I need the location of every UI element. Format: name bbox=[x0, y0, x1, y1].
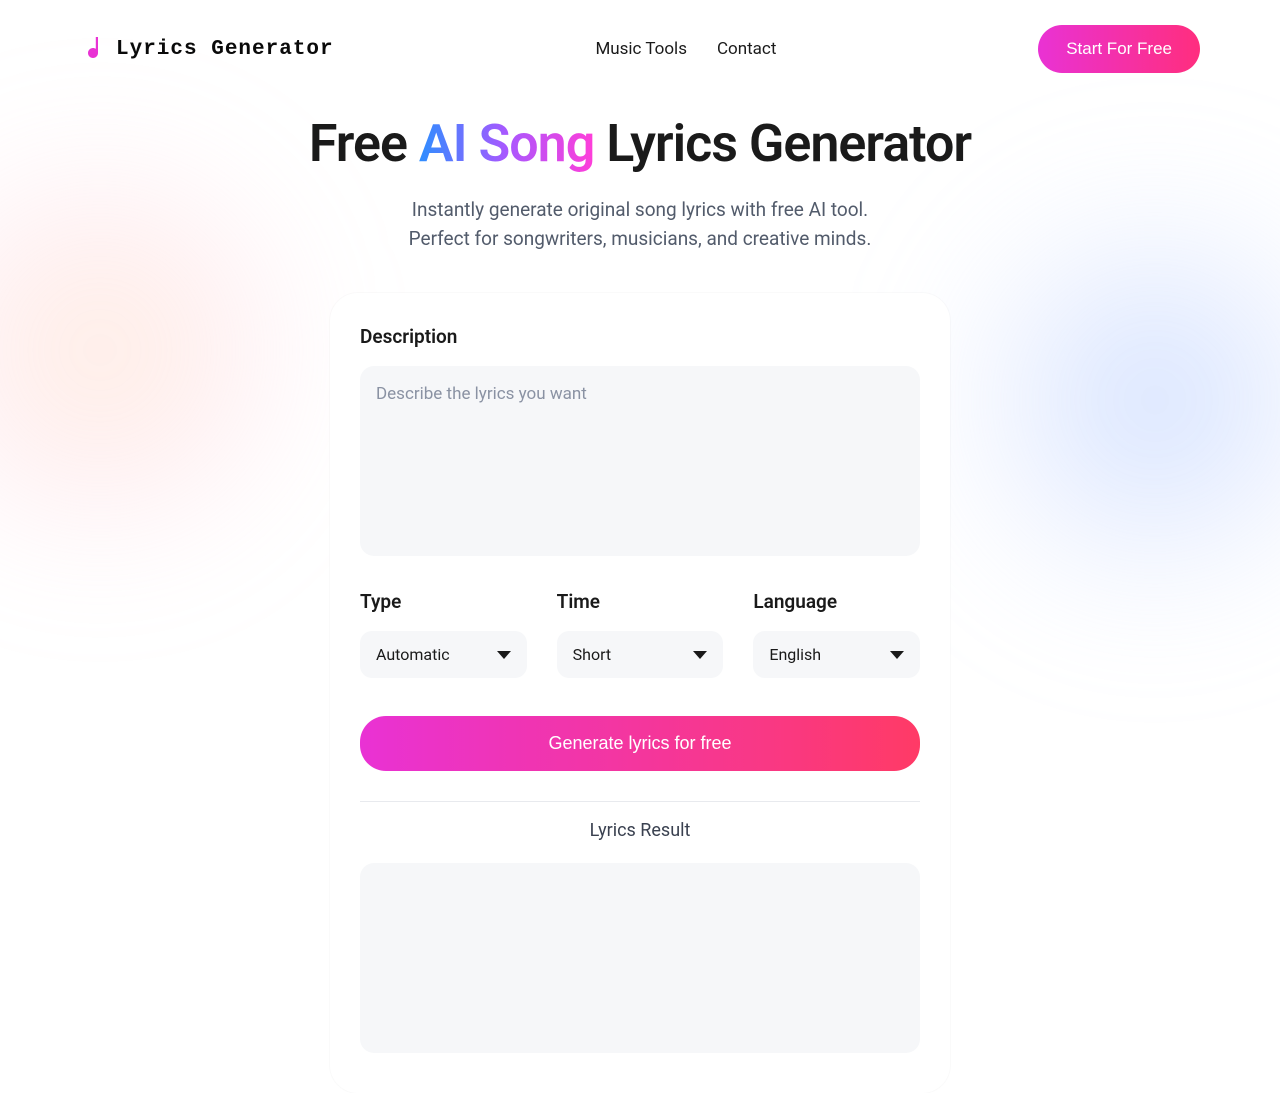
hero-subtitle-line2: Perfect for songwriters, musicians, and … bbox=[409, 227, 872, 250]
hero-title-pre: Free bbox=[309, 113, 419, 174]
type-group: Type Automatic bbox=[360, 590, 527, 678]
generator-card: Description Type Automatic Time Short La… bbox=[330, 293, 950, 1093]
result-output bbox=[360, 863, 920, 1053]
selects-row: Type Automatic Time Short Language Engli… bbox=[360, 590, 920, 678]
start-for-free-button[interactable]: Start For Free bbox=[1038, 25, 1200, 73]
nav-contact[interactable]: Contact bbox=[717, 39, 776, 59]
description-input[interactable] bbox=[360, 366, 920, 556]
logo-text: Lyrics Generator bbox=[116, 38, 334, 61]
language-group: Language English bbox=[753, 590, 920, 678]
hero-subtitle-line1: Instantly generate original song lyrics … bbox=[412, 198, 868, 221]
language-value: English bbox=[769, 645, 821, 664]
logo[interactable]: Lyrics Generator bbox=[80, 35, 334, 63]
hero-title-post: Lyrics Generator bbox=[594, 113, 971, 174]
time-group: Time Short bbox=[557, 590, 724, 678]
result-label: Lyrics Result bbox=[360, 820, 920, 841]
language-select[interactable]: English bbox=[753, 631, 920, 678]
type-select[interactable]: Automatic bbox=[360, 631, 527, 678]
hero-subtitle: Instantly generate original song lyrics … bbox=[0, 196, 1280, 253]
result-divider: Lyrics Result bbox=[360, 801, 920, 841]
nav-music-tools[interactable]: Music Tools bbox=[595, 39, 687, 59]
description-label: Description bbox=[360, 325, 920, 348]
chevron-down-icon bbox=[497, 651, 511, 659]
time-label: Time bbox=[557, 590, 724, 613]
type-label: Type bbox=[360, 590, 527, 613]
type-value: Automatic bbox=[376, 645, 450, 664]
hero: Free AI Song Lyrics Generator Instantly … bbox=[0, 98, 1280, 253]
hero-title-gradient: AI Song bbox=[419, 113, 594, 174]
time-select[interactable]: Short bbox=[557, 631, 724, 678]
chevron-down-icon bbox=[693, 651, 707, 659]
hero-title: Free AI Song Lyrics Generator bbox=[0, 113, 1280, 174]
generate-button[interactable]: Generate lyrics for free bbox=[360, 716, 920, 771]
music-note-icon bbox=[80, 35, 104, 63]
nav: Music Tools Contact bbox=[595, 39, 776, 59]
time-value: Short bbox=[573, 645, 611, 664]
language-label: Language bbox=[753, 590, 920, 613]
header: Lyrics Generator Music Tools Contact Sta… bbox=[0, 0, 1280, 98]
chevron-down-icon bbox=[890, 651, 904, 659]
